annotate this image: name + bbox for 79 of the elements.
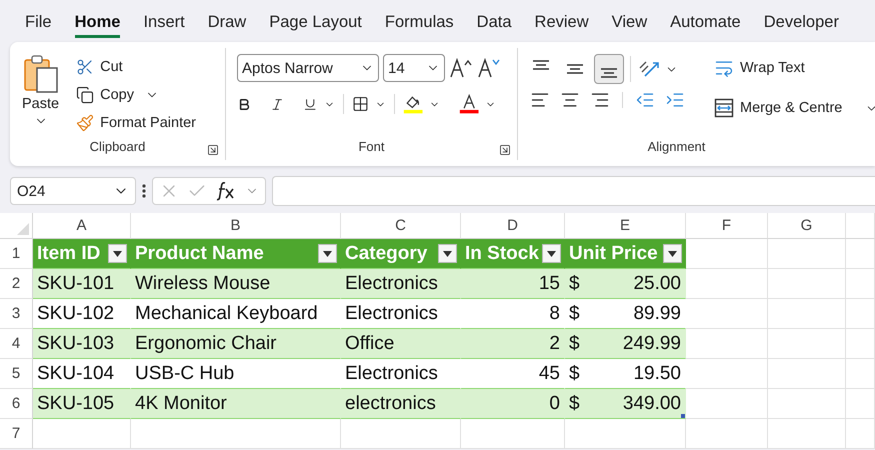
table-cell: 2 — [461, 329, 565, 359]
table-cell: Ergonomic Chair — [131, 329, 341, 359]
table-cell: 4K Monitor — [131, 389, 341, 419]
currency-symbol: $ — [569, 362, 580, 384]
table-cell: Electronics — [341, 269, 461, 299]
caret-icon — [323, 250, 332, 256]
filter-button[interactable] — [318, 244, 337, 263]
currency-symbol: $ — [569, 302, 580, 324]
menu-tab[interactable]: Home — [74, 4, 120, 38]
caret-icon — [443, 250, 452, 256]
scissors-icon — [76, 58, 94, 76]
align-bottom-icon — [601, 68, 617, 78]
currency-symbol: $ — [569, 332, 580, 354]
table-cell: Wireless Mouse — [131, 269, 341, 299]
table-cell: electronics — [341, 389, 461, 419]
copy-icon — [76, 86, 94, 104]
table-cell: 15 — [461, 269, 565, 299]
group-label: Alignment — [646, 139, 706, 156]
select-all-icon[interactable] — [17, 223, 29, 235]
format-painter-button[interactable]: Format Painter — [71, 110, 201, 136]
font-name-select[interactable]: Aptos Narrow — [237, 54, 379, 82]
wrap-text-button[interactable]: Wrap Text — [709, 54, 875, 82]
header-label: Item ID — [37, 242, 100, 264]
filter-button[interactable] — [542, 244, 561, 263]
paste-button[interactable]: Paste — [18, 54, 64, 139]
menu-tab[interactable]: Automate — [670, 4, 741, 38]
header-label: Product Name — [135, 242, 264, 264]
align-middle-icon — [567, 64, 583, 74]
menu-tab[interactable]: Formulas — [384, 4, 454, 38]
copy-button[interactable]: Copy — [71, 82, 139, 108]
filter-button[interactable] — [438, 244, 457, 263]
header-label: Unit Price — [569, 242, 658, 264]
filter-button[interactable] — [108, 244, 127, 263]
currency-symbol: $ — [569, 392, 580, 414]
clipboard-icon — [22, 54, 59, 94]
table-cell: SKU-105 — [33, 389, 131, 419]
table-cell: SKU-101 — [33, 269, 131, 299]
merge-icon — [714, 98, 734, 118]
caret-icon — [668, 250, 677, 256]
header-label: Category — [345, 242, 428, 264]
header-label: In Stock — [465, 242, 539, 264]
cut-button[interactable]: Cut — [71, 54, 201, 80]
cell-value: 19.50 — [633, 362, 681, 384]
vertical-align-button[interactable] — [594, 54, 624, 84]
merge-centre-button[interactable]: Merge & Centre — [709, 94, 848, 122]
menu-tab[interactable]: View — [612, 4, 648, 38]
resize-handle[interactable] — [681, 414, 685, 418]
decrease-font-size-icon[interactable] — [477, 57, 501, 79]
increase-font-size-icon[interactable] — [449, 57, 473, 79]
menu-tab[interactable]: Developer — [764, 4, 839, 38]
caret-icon — [113, 250, 122, 256]
name-box[interactable]: O24 — [10, 177, 136, 205]
cell-value: 249.99 — [622, 332, 681, 354]
font-color-icon[interactable] — [458, 92, 480, 116]
paintbrush-icon — [76, 114, 94, 132]
menu-tab[interactable]: File — [25, 4, 52, 38]
launcher-icon — [207, 144, 219, 156]
formula-input[interactable] — [272, 176, 875, 206]
cell-value: 89.99 — [633, 302, 681, 324]
cell-value: 25.00 — [633, 272, 681, 294]
cell-value: 349.00 — [622, 392, 681, 414]
menu-tab[interactable]: Data — [476, 4, 512, 38]
currency-symbol: $ — [569, 272, 580, 294]
filter-button[interactable] — [663, 244, 682, 263]
group-label: Font — [357, 139, 386, 156]
launcher-icon — [499, 144, 511, 156]
menu-tab[interactable]: Review — [534, 4, 589, 38]
menu-tab[interactable]: Insert — [143, 4, 185, 38]
table-cell: 0 — [461, 389, 565, 419]
table-cell: SKU-103 — [33, 329, 131, 359]
more-icon[interactable] — [142, 184, 146, 198]
borders-icon — [352, 94, 369, 114]
menu-tab[interactable]: Page Layout — [269, 4, 362, 38]
menu-tab[interactable]: Draw — [208, 4, 246, 38]
table-cell: Office — [341, 329, 461, 359]
align-top-icon — [533, 60, 549, 70]
font-size-select[interactable]: 14 — [383, 54, 445, 82]
group-label: Clipboard — [88, 139, 146, 156]
caret-icon — [547, 250, 556, 256]
